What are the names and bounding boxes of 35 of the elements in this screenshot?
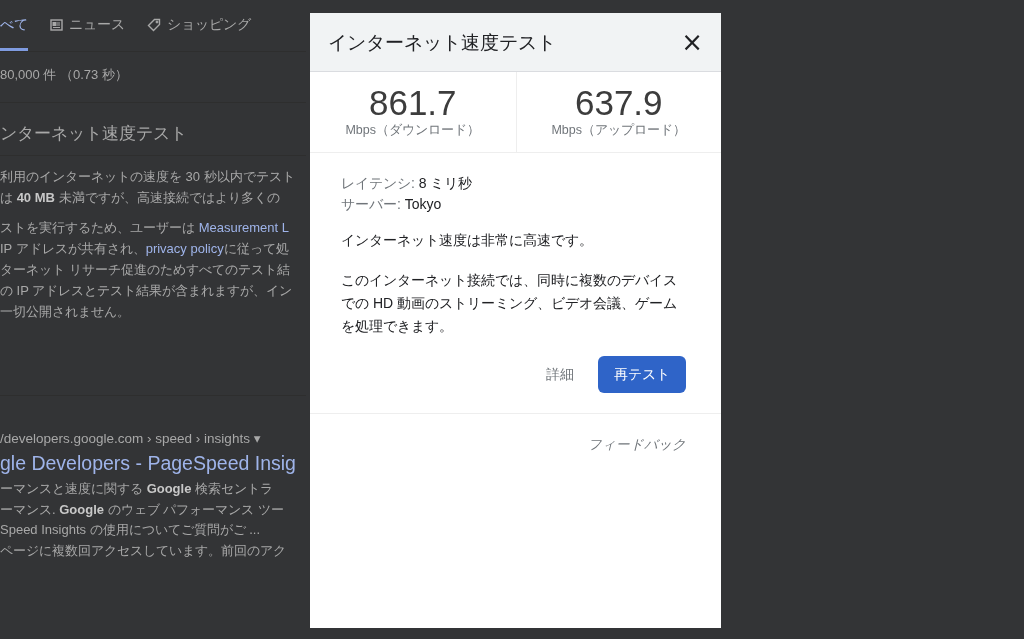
news-icon — [50, 19, 63, 31]
detail-line: レイテンシ: 8 ミリ秒 — [341, 174, 474, 193]
result-url: /developers.google.com › speed › insights ▾ — [0, 430, 261, 446]
feedback-link[interactable]: フィードバック — [588, 436, 686, 454]
tag-icon — [147, 18, 161, 32]
speed-summary: インターネット速度は非常に高速です。 — [341, 232, 594, 250]
speed-value: 861.7 — [368, 85, 457, 121]
result-count: 80,000 件 （0.73 秒） — [0, 67, 128, 82]
speed-description: このインターネット接続では、同時に複数のデバイスでの HD 動画のストリーミング、ビデオ会議、ゲームを処理できます。 — [341, 271, 678, 336]
paragraph-line: IP アドレスが共有され、privacy policyに従って処 — [0, 240, 289, 258]
snippet-line: ーマンス. Google のウェブ パフォーマンス ツー — [0, 500, 284, 519]
paragraph-line: ターネット リサーチ促進のためすべてのテスト結 — [0, 261, 290, 279]
search-tab[interactable]: ニュース — [50, 0, 125, 51]
snippet-line: ページに複数回アクセスしています。前回のアク — [0, 541, 286, 560]
retest-button[interactable]: 再テスト — [598, 356, 686, 393]
detail-line: サーバー: Tokyo — [341, 195, 443, 214]
search-tab[interactable]: べて — [0, 0, 28, 51]
result-heading: ンターネット速度テスト — [0, 124, 187, 143]
speed-unit: Mbps（ダウンロード） — [345, 122, 481, 139]
paragraph-line: 一切公開されません。 — [0, 303, 130, 321]
paragraph-line: は 40 MB 未満ですが、高速接続ではより多くの — [0, 189, 280, 207]
result-title-link[interactable]: gle Developers - PageSpeed Insig — [0, 452, 296, 475]
text-link[interactable]: privacy policy — [145, 241, 224, 256]
dialog-title: インターネット速度テスト — [328, 30, 556, 55]
text-link[interactable]: Measurement L — [198, 220, 289, 235]
details-button[interactable]: 詳細 — [546, 359, 574, 390]
paragraph-line: 利用のインターネットの速度を 30 秒以内でテスト — [0, 168, 295, 186]
snippet-line: Speed Insights の使用についてご質問がご ... — [0, 521, 261, 539]
close-button[interactable]: × — [681, 29, 703, 55]
paragraph-line: の IP アドレスとテスト結果が含まれますが、イン — [0, 282, 293, 300]
snippet-line: ーマンスと速度に関する Google 検索セントラ — [0, 480, 274, 498]
speed-unit: Mbps（アップロード） — [551, 122, 687, 139]
search-tab[interactable]: ショッピング — [147, 0, 251, 51]
paragraph-line: ストを実行するため、ユーザーは Measurement L — [0, 219, 289, 237]
speed-value: 637.9 — [574, 85, 663, 121]
